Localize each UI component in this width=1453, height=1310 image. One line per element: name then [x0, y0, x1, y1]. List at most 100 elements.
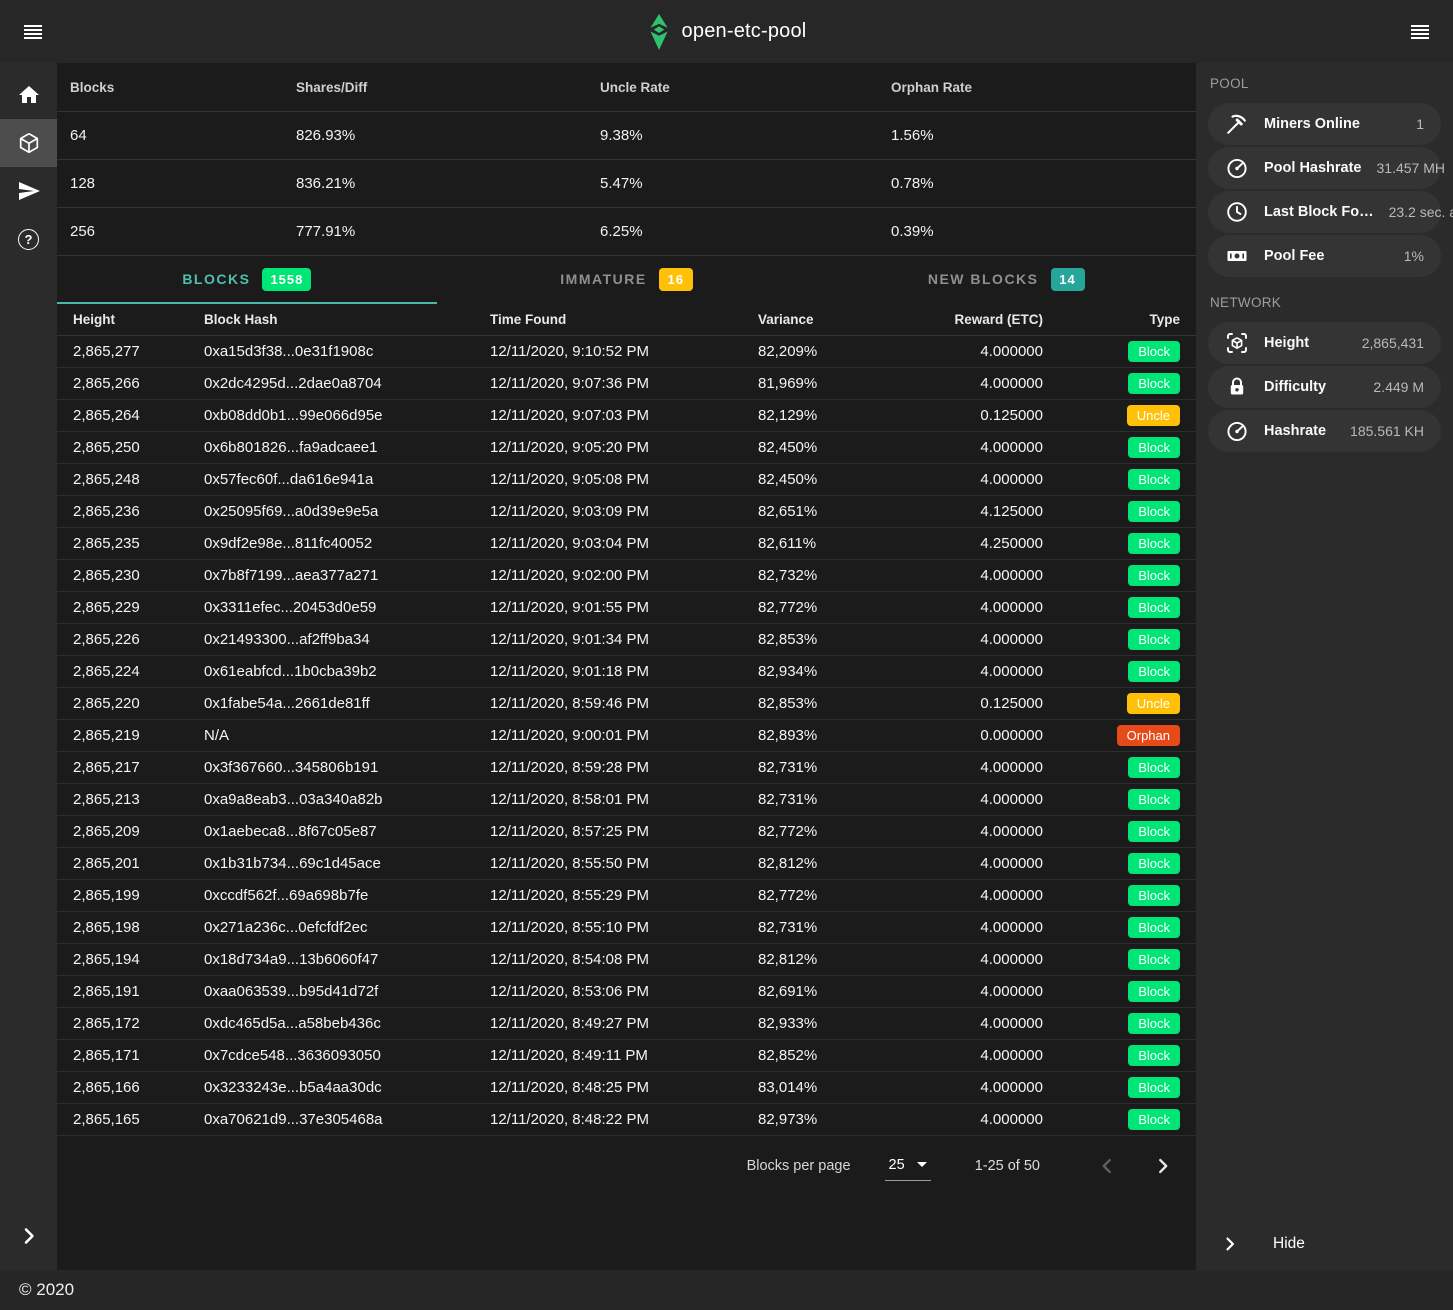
- col-height: Height: [73, 312, 204, 327]
- type-badge: Block: [1128, 757, 1180, 778]
- stat-value: 31.457 MH: [1377, 160, 1445, 176]
- rail-expand-button[interactable]: [0, 1212, 57, 1260]
- stat-value: 23.2 sec. ago: [1389, 204, 1453, 220]
- type-badge: Uncle: [1127, 693, 1180, 714]
- prev-page-button[interactable]: [1092, 1151, 1122, 1181]
- cell-reward: 4.000000: [948, 759, 1043, 776]
- type-badge: Uncle: [1127, 405, 1180, 426]
- cell-block-hash: 0x25095f69...a0d39e9e5a: [204, 503, 490, 520]
- summary-col-orphan: Orphan Rate: [891, 80, 1183, 95]
- stat-value: 2,865,431: [1362, 335, 1424, 351]
- cell-variance: 82,772%: [758, 599, 948, 616]
- page-size-select[interactable]: 25: [885, 1152, 931, 1181]
- table-row: 2,865,220 0x1fabe54a...2661de81ff 12/11/…: [57, 688, 1196, 720]
- network-section-label: NETWORK: [1210, 295, 1439, 310]
- cell-reward: 4.125000: [948, 503, 1043, 520]
- cell-variance: 82,934%: [758, 663, 948, 680]
- next-page-button[interactable]: [1148, 1151, 1178, 1181]
- menu-button[interactable]: [16, 17, 50, 47]
- type-badge: Block: [1128, 437, 1180, 458]
- table-row: 2,865,213 0xa9a8eab3...03a340a82b 12/11/…: [57, 784, 1196, 816]
- table-row: 2,865,166 0x3233243e...b5a4aa30dc 12/11/…: [57, 1072, 1196, 1104]
- cell-variance: 82,731%: [758, 759, 948, 776]
- cell-reward: 4.000000: [948, 951, 1043, 968]
- summary-cell-blocks: 64: [70, 127, 296, 144]
- cell-reward: 4.000000: [948, 567, 1043, 584]
- tab[interactable]: IMMATURE 16: [437, 256, 817, 304]
- cell-reward: 4.000000: [948, 919, 1043, 936]
- stat-value: 2.449 M: [1373, 379, 1424, 395]
- cell-block-hash: 0x7cdce548...3636093050: [204, 1047, 490, 1064]
- cell-time-found: 12/11/2020, 8:55:50 PM: [490, 855, 758, 872]
- summary-cell-orphan: 0.78%: [891, 175, 1183, 192]
- table-row: 2,865,226 0x21493300...af2ff9ba34 12/11/…: [57, 624, 1196, 656]
- type-badge: Block: [1128, 949, 1180, 970]
- stat-item: Last Block Fo… 23.2 sec. ago: [1208, 191, 1441, 233]
- stat-item: Height 2,865,431: [1208, 322, 1441, 364]
- cell-reward: 4.000000: [948, 599, 1043, 616]
- sidebar-item-home[interactable]: [0, 71, 57, 119]
- brand: open-etc-pool: [647, 13, 807, 51]
- cell-block-hash: 0x7b8f7199...aea377a271: [204, 567, 490, 584]
- col-type: Type: [1149, 312, 1180, 327]
- cell-variance: 82,731%: [758, 791, 948, 808]
- pool-section-label: POOL: [1210, 76, 1439, 91]
- summary-row: 256 777.91% 6.25% 0.39%: [57, 208, 1196, 256]
- cell-reward: 0.000000: [948, 727, 1043, 744]
- type-badge: Block: [1128, 885, 1180, 906]
- cell-variance: 82,732%: [758, 567, 948, 584]
- cell-block-hash: 0x18d734a9...13b6060f47: [204, 951, 490, 968]
- summary-col-shares: Shares/Diff: [296, 80, 600, 95]
- type-badge: Block: [1128, 1045, 1180, 1066]
- cell-time-found: 12/11/2020, 8:48:25 PM: [490, 1079, 758, 1096]
- cell-reward: 4.000000: [948, 983, 1043, 1000]
- cell-reward: 4.000000: [948, 439, 1043, 456]
- cell-variance: 82,651%: [758, 503, 948, 520]
- cell-time-found: 12/11/2020, 8:48:22 PM: [490, 1111, 758, 1128]
- table-row: 2,865,224 0x61eabfcd...1b0cba39b2 12/11/…: [57, 656, 1196, 688]
- sidebar-item-payments[interactable]: [0, 167, 57, 215]
- col-hash: Block Hash: [204, 312, 490, 327]
- table-row: 2,865,235 0x9df2e98e...811fc40052 12/11/…: [57, 528, 1196, 560]
- sidebar-item-help[interactable]: ?: [0, 215, 57, 263]
- etc-logo-icon: [647, 13, 671, 51]
- cell-height: 2,865,166: [73, 1079, 204, 1096]
- cell-reward: 4.000000: [948, 791, 1043, 808]
- cell-variance: 82,812%: [758, 951, 948, 968]
- stat-label: Difficulty: [1264, 379, 1326, 395]
- menu-icon: [1411, 25, 1429, 39]
- hide-sidebar-button[interactable]: Hide: [1196, 1234, 1453, 1254]
- copyright-text: © 2020: [19, 1280, 74, 1300]
- cell-height: 2,865,226: [73, 631, 204, 648]
- main-content: Blocks Shares/Diff Uncle Rate Orphan Rat…: [57, 63, 1196, 1270]
- table-row: 2,865,171 0x7cdce548...3636093050 12/11/…: [57, 1040, 1196, 1072]
- sidebar-item-blocks[interactable]: [0, 119, 57, 167]
- gauge-icon: [1225, 419, 1249, 443]
- cell-block-hash: 0xa15d3f38...0e31f1908c: [204, 343, 490, 360]
- table-row: 2,865,191 0xaa063539...b95d41d72f 12/11/…: [57, 976, 1196, 1008]
- stat-item: Pool Hashrate 31.457 MH: [1208, 147, 1441, 189]
- tab[interactable]: BLOCKS 1558: [57, 256, 437, 304]
- cell-time-found: 12/11/2020, 9:03:09 PM: [490, 503, 758, 520]
- summary-cell-shares: 777.91%: [296, 223, 600, 240]
- cell-height: 2,865,213: [73, 791, 204, 808]
- chevron-right-icon: [17, 1224, 41, 1248]
- table-row: 2,865,248 0x57fec60f...da616e941a 12/11/…: [57, 464, 1196, 496]
- stat-value: 1%: [1404, 248, 1424, 264]
- cell-block-hash: 0x3f367660...345806b191: [204, 759, 490, 776]
- table-row: 2,865,172 0xdc465d5a...a58beb436c 12/11/…: [57, 1008, 1196, 1040]
- type-badge: Orphan: [1117, 725, 1180, 746]
- stat-label: Hashrate: [1264, 423, 1326, 439]
- tab[interactable]: NEW BLOCKS 14: [816, 256, 1196, 304]
- blocks-per-page-label: Blocks per page: [747, 1158, 851, 1174]
- table-row: 2,865,194 0x18d734a9...13b6060f47 12/11/…: [57, 944, 1196, 976]
- cell-block-hash: 0xb08dd0b1...99e066d95e: [204, 407, 490, 424]
- stat-label: Pool Hashrate: [1264, 160, 1362, 176]
- cell-variance: 82,853%: [758, 631, 948, 648]
- table-row: 2,865,229 0x3311efec...20453d0e59 12/11/…: [57, 592, 1196, 624]
- cell-height: 2,865,224: [73, 663, 204, 680]
- right-menu-button[interactable]: [1403, 17, 1437, 47]
- summary-col-uncle: Uncle Rate: [600, 80, 891, 95]
- stat-item: Miners Online 1: [1208, 103, 1441, 145]
- cell-height: 2,865,191: [73, 983, 204, 1000]
